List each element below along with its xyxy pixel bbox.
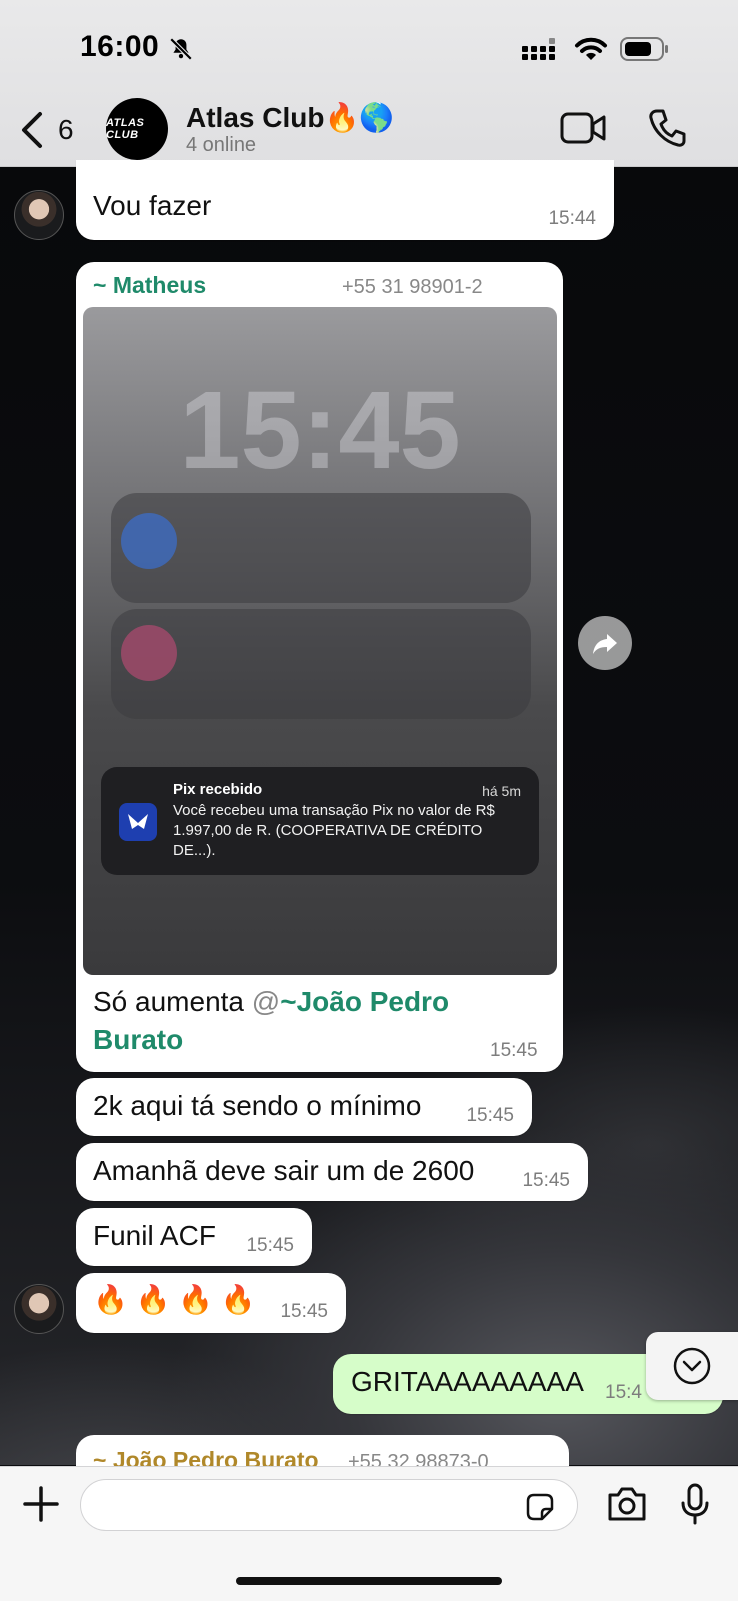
plus-attach-icon[interactable]	[22, 1485, 60, 1523]
sender-phone: +55 31 98901-2	[342, 276, 483, 298]
message-time: 15:44	[548, 208, 596, 229]
mention-at: @	[251, 986, 281, 1017]
phone-call-icon[interactable]	[648, 108, 686, 148]
bank-app-icon	[119, 803, 157, 841]
home-indicator	[236, 1577, 502, 1585]
message-input-bar	[0, 1466, 738, 1601]
message-text: Vou fazer	[93, 190, 212, 221]
microphone-icon[interactable]	[680, 1483, 710, 1525]
group-name[interactable]: Atlas Club🔥🌎	[186, 101, 394, 134]
pix-notification: Pix recebido há 5m Você recebeu uma tran…	[101, 767, 539, 875]
message-time: 15:45	[490, 1040, 538, 1061]
notification-title: Pix recebido	[173, 781, 263, 798]
header-bar: 16:00 6 ATLAS CLUB Atlas Club🔥🌎 4 online	[0, 0, 738, 167]
blurred-app-icon	[121, 625, 177, 681]
sender-avatar[interactable]	[14, 1284, 64, 1334]
cellular-signal-icon	[522, 38, 555, 60]
forward-button[interactable]	[578, 616, 632, 670]
message-time: 15:45	[466, 1105, 514, 1126]
blurred-app-icon	[121, 513, 177, 569]
sender-avatar[interactable]	[14, 190, 64, 240]
unread-count[interactable]: 6	[58, 114, 74, 146]
video-call-icon[interactable]	[560, 110, 606, 146]
scroll-to-bottom-button[interactable]	[646, 1332, 738, 1400]
mention-link[interactable]: ~João Pedro	[280, 986, 449, 1017]
message-input[interactable]	[80, 1479, 578, 1531]
sticker-icon[interactable]	[524, 1491, 556, 1523]
mention-link[interactable]: Burato	[93, 1024, 183, 1056]
message-time: 15:45	[246, 1235, 294, 1256]
message-bubble[interactable]: 2k aqui tá sendo o mínimo 15:45	[76, 1078, 532, 1136]
lockscreen-time-blurred: 15:45	[179, 369, 461, 492]
status-time: 16:00	[80, 30, 160, 63]
message-text: Amanhã deve sair um de 2600	[93, 1155, 475, 1186]
camera-icon[interactable]	[606, 1485, 648, 1523]
message-bubble[interactable]: Amanhã deve sair um de 2600 15:45	[76, 1143, 588, 1201]
silent-bell-icon	[169, 37, 193, 61]
message-time: 15:45	[280, 1301, 328, 1322]
group-avatar-logo: ATLAS CLUB	[106, 117, 145, 141]
chevron-down-circle-icon	[673, 1347, 711, 1385]
message-bubble[interactable]: Funil ACF 15:45	[76, 1208, 312, 1266]
sender-name[interactable]: ~ Matheus	[93, 272, 206, 299]
message-text: 2k aqui tá sendo o mínimo	[93, 1090, 422, 1121]
group-avatar[interactable]: ATLAS CLUB	[106, 98, 168, 160]
shared-screenshot-image[interactable]: 15:45 Pix recebido há 5m Você recebeu um…	[83, 307, 557, 975]
caption-text: Só aumenta	[93, 986, 252, 1017]
back-chevron-icon[interactable]	[18, 110, 48, 150]
message-text: Funil ACF	[93, 1220, 216, 1251]
message-bubble[interactable]: 🔥 🔥 🔥 🔥 15:45	[76, 1273, 346, 1333]
message-bubble[interactable]: Vou fazer 15:44	[76, 160, 614, 240]
message-text: GRITAAAAAAAAA	[351, 1366, 584, 1397]
wifi-icon	[575, 37, 607, 60]
notification-time: há 5m	[482, 783, 521, 799]
message-time: 15:4	[605, 1382, 642, 1403]
forward-arrow-icon	[593, 634, 617, 654]
battery-icon	[620, 37, 668, 61]
message-time: 15:45	[522, 1170, 570, 1191]
message-emoji: 🔥 🔥 🔥 🔥	[93, 1284, 256, 1315]
notification-body: Você recebeu uma transação Pix no valor …	[173, 802, 495, 859]
message-caption: Só aumenta @~João Pedro	[93, 986, 449, 1018]
group-online-status: 4 online	[186, 134, 257, 156]
